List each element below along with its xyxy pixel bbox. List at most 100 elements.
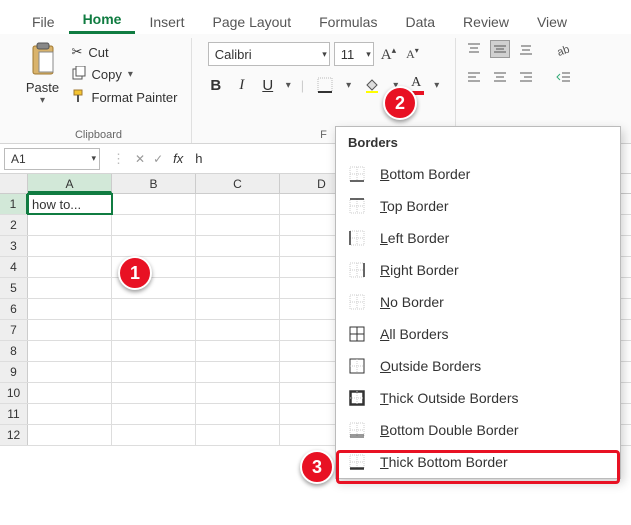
borders-item-none[interactable]: No Border bbox=[336, 286, 620, 318]
align-center-button[interactable] bbox=[490, 68, 510, 86]
col-header-c[interactable]: C bbox=[196, 174, 280, 193]
cell[interactable] bbox=[28, 278, 112, 298]
cancel-formula-button[interactable]: ✕ bbox=[131, 152, 149, 166]
col-header-a[interactable]: A bbox=[28, 174, 112, 193]
align-left-button[interactable] bbox=[464, 68, 484, 86]
row-header[interactable]: 3 bbox=[0, 236, 28, 256]
grow-font-button[interactable]: A▴ bbox=[378, 45, 399, 64]
chevron-down-icon[interactable]: ▾ bbox=[286, 80, 291, 91]
cut-button[interactable]: ✂ Cut bbox=[72, 44, 178, 60]
cell[interactable] bbox=[28, 404, 112, 424]
cell[interactable] bbox=[196, 362, 280, 382]
cell[interactable] bbox=[196, 257, 280, 277]
chevron-down-icon[interactable]: ▾ bbox=[128, 69, 133, 80]
copy-button[interactable]: Copy ▾ bbox=[72, 66, 178, 83]
row-header[interactable]: 4 bbox=[0, 257, 28, 277]
underline-button[interactable]: U bbox=[260, 77, 276, 94]
tab-view[interactable]: View bbox=[523, 8, 581, 34]
borders-item-all[interactable]: All Borders bbox=[336, 318, 620, 350]
name-box[interactable]: A1 ▾ bbox=[4, 148, 100, 170]
orientation-button[interactable]: ab bbox=[554, 40, 574, 58]
cell[interactable]: how to... bbox=[28, 194, 112, 214]
borders-item-top[interactable]: Top Border bbox=[336, 190, 620, 222]
row-header[interactable]: 5 bbox=[0, 278, 28, 298]
borders-item-bottom[interactable]: Bottom Border bbox=[336, 158, 620, 190]
tab-formulas[interactable]: Formulas bbox=[305, 8, 391, 34]
row-header[interactable]: 9 bbox=[0, 362, 28, 382]
align-middle-button[interactable] bbox=[490, 40, 510, 58]
align-right-button[interactable] bbox=[516, 68, 536, 86]
chevron-down-icon[interactable]: ▾ bbox=[40, 95, 45, 106]
row-header[interactable]: 12 bbox=[0, 425, 28, 445]
tab-home[interactable]: Home bbox=[69, 5, 136, 34]
italic-button[interactable]: I bbox=[234, 77, 250, 94]
borders-item-outside[interactable]: Outside Borders bbox=[336, 350, 620, 382]
font-size-select[interactable]: 11 ▾ bbox=[334, 42, 374, 66]
cell[interactable] bbox=[196, 278, 280, 298]
fx-icon[interactable]: fx bbox=[167, 151, 189, 166]
row-header[interactable]: 6 bbox=[0, 299, 28, 319]
fill-color-button[interactable] bbox=[361, 74, 383, 96]
cell[interactable] bbox=[112, 404, 196, 424]
formula-bar[interactable]: h bbox=[189, 151, 202, 166]
cell[interactable] bbox=[196, 194, 280, 214]
tab-insert[interactable]: Insert bbox=[135, 8, 198, 34]
tab-data[interactable]: Data bbox=[391, 8, 449, 34]
align-top-button[interactable] bbox=[464, 40, 484, 58]
cell[interactable] bbox=[196, 236, 280, 256]
cell[interactable] bbox=[28, 236, 112, 256]
borders-item-right[interactable]: Right Border bbox=[336, 254, 620, 286]
borders-item-bottom-double[interactable]: Bottom Double Border bbox=[336, 414, 620, 446]
cell[interactable] bbox=[28, 341, 112, 361]
align-bottom-button[interactable] bbox=[516, 40, 536, 58]
row-header[interactable]: 2 bbox=[0, 215, 28, 235]
cell[interactable] bbox=[28, 257, 112, 277]
cell[interactable] bbox=[112, 215, 196, 235]
cell[interactable] bbox=[28, 299, 112, 319]
borders-item-thick-outside[interactable]: Thick Outside Borders bbox=[336, 382, 620, 414]
row-header[interactable]: 8 bbox=[0, 341, 28, 361]
cell[interactable] bbox=[196, 320, 280, 340]
chevron-down-icon: ▾ bbox=[366, 49, 371, 60]
bold-button[interactable]: B bbox=[208, 77, 224, 94]
row-header[interactable]: 11 bbox=[0, 404, 28, 424]
cell[interactable] bbox=[28, 362, 112, 382]
borders-item-left[interactable]: Left Border bbox=[336, 222, 620, 254]
cell[interactable] bbox=[196, 425, 280, 445]
cell[interactable] bbox=[112, 425, 196, 445]
enter-formula-button[interactable]: ✓ bbox=[149, 152, 167, 166]
cell[interactable] bbox=[112, 320, 196, 340]
format-painter-button[interactable]: Format Painter bbox=[72, 89, 178, 106]
tab-page-layout[interactable]: Page Layout bbox=[198, 8, 305, 34]
row-header[interactable]: 7 bbox=[0, 320, 28, 340]
cell[interactable] bbox=[112, 341, 196, 361]
row-header[interactable]: 10 bbox=[0, 383, 28, 403]
borders-item-thick-bottom[interactable]: Thick Bottom Border bbox=[336, 446, 620, 478]
decrease-indent-button[interactable] bbox=[554, 68, 574, 86]
cell[interactable] bbox=[28, 320, 112, 340]
row-header[interactable]: 1 bbox=[0, 194, 28, 214]
shrink-font-button[interactable]: A▾ bbox=[403, 46, 422, 62]
cell[interactable] bbox=[196, 383, 280, 403]
tab-file[interactable]: File bbox=[18, 8, 69, 34]
font-name-select[interactable]: Calibri ▾ bbox=[208, 42, 330, 66]
paste-button[interactable]: Paste ▾ bbox=[20, 38, 66, 106]
tab-review[interactable]: Review bbox=[449, 8, 523, 34]
cell[interactable] bbox=[196, 299, 280, 319]
cell[interactable] bbox=[196, 404, 280, 424]
chevron-down-icon[interactable]: ▾ bbox=[346, 80, 351, 91]
cell[interactable] bbox=[196, 215, 280, 235]
cell[interactable] bbox=[112, 236, 196, 256]
cell[interactable] bbox=[28, 215, 112, 235]
cell[interactable] bbox=[112, 299, 196, 319]
select-all-corner[interactable] bbox=[0, 174, 28, 193]
cell[interactable] bbox=[28, 425, 112, 445]
cell[interactable] bbox=[112, 383, 196, 403]
borders-button[interactable] bbox=[314, 74, 336, 96]
cell[interactable] bbox=[196, 341, 280, 361]
cell[interactable] bbox=[112, 362, 196, 382]
cell[interactable] bbox=[28, 383, 112, 403]
cell[interactable] bbox=[112, 194, 196, 214]
chevron-down-icon[interactable]: ▾ bbox=[434, 80, 439, 91]
col-header-b[interactable]: B bbox=[112, 174, 196, 193]
